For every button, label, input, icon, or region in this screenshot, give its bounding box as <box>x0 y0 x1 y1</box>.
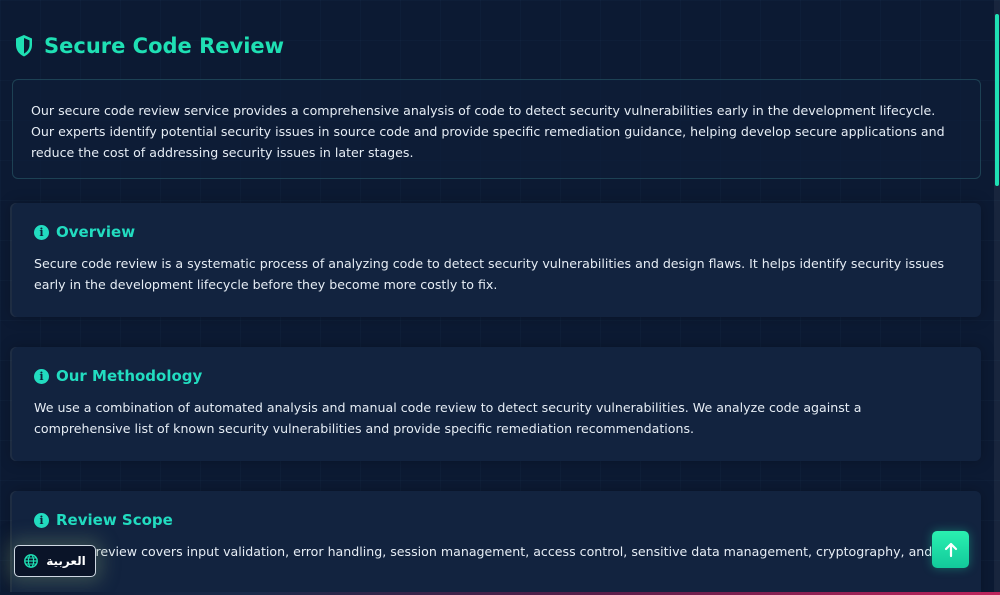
info-icon: i <box>34 224 49 240</box>
section-overview: i Overview Secure code review is a syste… <box>12 203 981 317</box>
intro-text: Our secure code review service provides … <box>31 103 945 160</box>
scroll-to-top-button[interactable] <box>932 531 969 568</box>
section-header: i Our Methodology <box>34 367 959 385</box>
scrollbar-thumb[interactable] <box>995 14 999 186</box>
section-title: Our Methodology <box>56 367 203 385</box>
shield-icon <box>16 35 32 57</box>
section-text: Secure code review is a systematic proce… <box>34 256 945 292</box>
language-toggle-button[interactable]: العربية <box>14 545 96 577</box>
section-methodology: i Our Methodology We use a combination o… <box>12 347 981 461</box>
page-title: Secure Code Review <box>44 34 285 58</box>
section-header: i Overview <box>34 223 959 241</box>
globe-icon <box>24 554 39 568</box>
page: Secure Code Review Our secure code revie… <box>0 0 1000 595</box>
section-text: We use a combination of automated analys… <box>34 400 862 436</box>
scrollbar[interactable] <box>994 0 1000 595</box>
info-icon: i <box>34 512 49 528</box>
section-title: Review Scope <box>56 511 173 529</box>
section-header: i Review Scope <box>34 511 959 529</box>
section-review-scope: i Review Scope Our code review covers in… <box>12 491 981 595</box>
language-label: العربية <box>46 554 86 568</box>
intro-card: Our secure code review service provides … <box>12 79 981 179</box>
arrow-up-icon <box>944 542 957 557</box>
page-header: Secure Code Review <box>14 34 284 58</box>
section-title: Overview <box>56 223 136 241</box>
info-icon: i <box>34 368 49 384</box>
section-text: Our code review covers input validation,… <box>34 544 939 559</box>
